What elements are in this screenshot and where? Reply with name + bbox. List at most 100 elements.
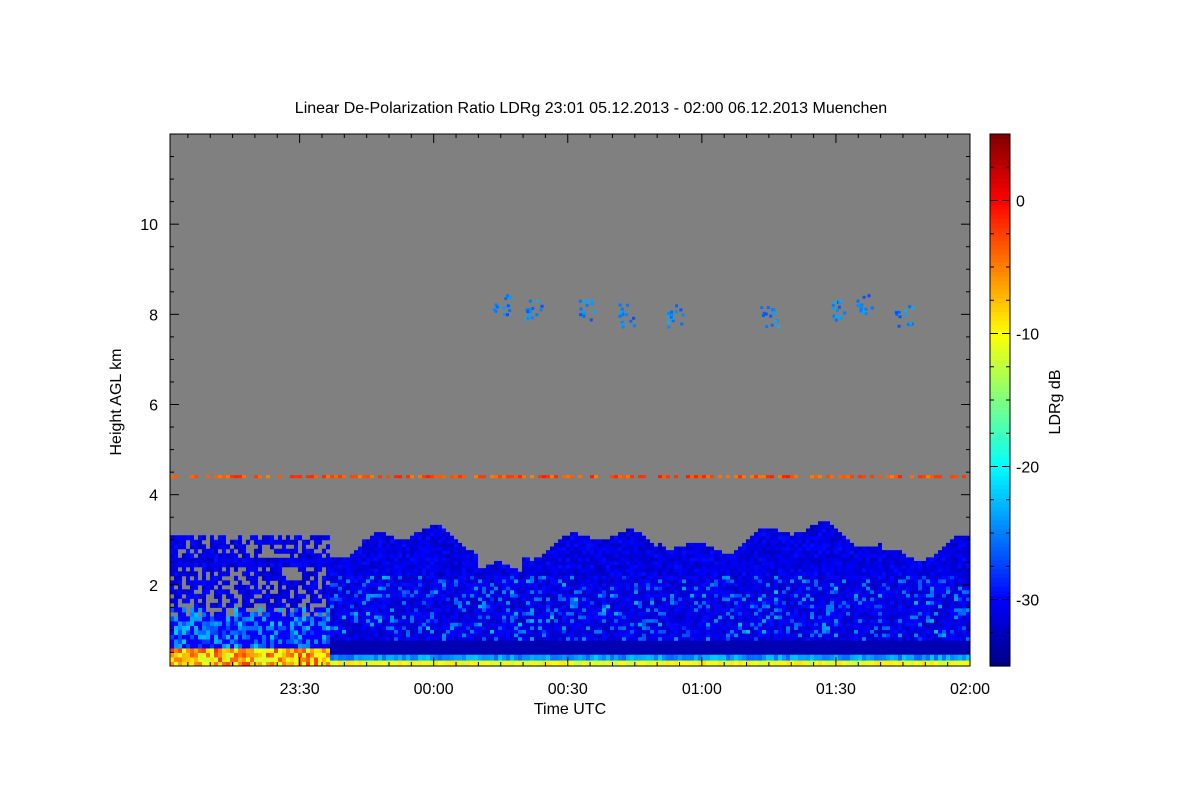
cloud-cell xyxy=(590,611,594,616)
cloud-cell xyxy=(426,643,430,649)
cloud-cell xyxy=(806,546,810,551)
cloud-cell xyxy=(246,562,250,568)
cloud-cell xyxy=(214,620,218,626)
cloud-cell xyxy=(818,597,822,602)
cloud-cell xyxy=(398,611,402,616)
cloud-cell xyxy=(642,651,646,656)
cloud-cell xyxy=(578,542,582,548)
cloud-cell xyxy=(534,564,538,569)
cloud-cell xyxy=(762,593,766,598)
cloud-cell xyxy=(254,571,258,577)
cloud-cell xyxy=(690,542,694,548)
cloud-cell xyxy=(382,618,386,623)
cloud-cell xyxy=(470,553,474,558)
cloud-cell xyxy=(442,532,446,537)
cloud-cell xyxy=(234,607,238,613)
cloud-cell xyxy=(178,652,182,658)
cloud-cell xyxy=(762,557,766,562)
cloud-cell xyxy=(510,640,514,645)
cloud-cell xyxy=(750,586,754,591)
cloud-cell xyxy=(702,615,706,620)
cloud-cell xyxy=(730,607,734,612)
cloud-cell xyxy=(814,618,818,623)
cloud-cell xyxy=(214,647,218,653)
cloud-cell xyxy=(434,604,438,609)
cloud-cell xyxy=(214,629,218,635)
cloud-cell xyxy=(694,636,698,641)
cloud-cell xyxy=(282,625,286,631)
cloud-cell xyxy=(414,651,418,656)
cloud-cell xyxy=(330,607,334,612)
cloud-cell xyxy=(262,562,266,568)
cloud-cell xyxy=(766,582,770,587)
cloud-cell xyxy=(566,582,570,587)
cloud-cell xyxy=(542,557,546,562)
cloud-cell xyxy=(778,546,782,551)
cloud-cell xyxy=(570,578,574,584)
cloud-cell xyxy=(806,586,810,591)
cloud-cell xyxy=(446,560,450,566)
cloud-cell xyxy=(734,557,738,562)
cloud-cell xyxy=(566,535,570,540)
cloud-cell xyxy=(702,589,706,594)
cloud-cell xyxy=(322,548,326,554)
cloud-cell xyxy=(654,582,658,587)
cloud-cell xyxy=(410,636,414,641)
cloud-cell xyxy=(462,586,466,591)
cloud-cell xyxy=(694,571,698,576)
cloud-cell xyxy=(482,593,486,598)
cloud-cell xyxy=(254,539,258,545)
cloud-cell xyxy=(614,647,618,652)
cloud-cell xyxy=(450,586,454,591)
cloud-cell xyxy=(710,560,714,566)
cloud-cell xyxy=(566,640,570,645)
cloud-cell xyxy=(586,597,590,602)
cloud-cell xyxy=(430,643,434,649)
cloud-cell xyxy=(754,643,758,649)
cloud-cell xyxy=(446,582,450,587)
cloud-cell xyxy=(206,584,210,590)
cloud-cell xyxy=(606,651,610,656)
cloud-cell xyxy=(398,568,402,573)
cloud-cell xyxy=(270,602,274,608)
cloud-cell xyxy=(738,560,742,566)
cloud-cell xyxy=(758,571,762,576)
cloud-cell xyxy=(810,542,814,548)
cloud-cell xyxy=(434,568,438,573)
cloud-cell xyxy=(346,651,350,656)
cloud-cell xyxy=(398,589,402,594)
cloud-cell xyxy=(666,586,670,591)
cloud-cell xyxy=(218,638,222,644)
cloud-cell xyxy=(466,615,470,620)
cloud-cell xyxy=(530,589,534,594)
cloud-cell xyxy=(454,575,458,580)
cloud-cell xyxy=(558,564,562,569)
cloud-cell xyxy=(802,647,806,652)
cloud-cell xyxy=(362,618,366,623)
cloud-cell xyxy=(746,557,750,562)
cloud-cell xyxy=(558,607,562,612)
cloud-cell xyxy=(634,629,638,634)
cloud-cell xyxy=(742,636,746,641)
cloud-cell xyxy=(678,564,682,569)
cloud-cell xyxy=(494,651,498,656)
cloud-cell xyxy=(586,568,590,573)
cloud-cell xyxy=(410,604,414,609)
cloud-cell xyxy=(658,571,662,576)
cloud-cell xyxy=(646,629,650,634)
cloud-cell xyxy=(674,575,678,580)
cloud-cell xyxy=(526,557,530,562)
cloud-cell xyxy=(334,575,338,580)
cloud-cell xyxy=(790,586,794,591)
cloud-cell xyxy=(374,578,378,584)
cloud-cell xyxy=(626,622,630,627)
surface-cell xyxy=(374,660,378,666)
surface-cell xyxy=(526,660,530,666)
cloud-cell xyxy=(594,589,598,594)
cloud-cell xyxy=(286,535,290,541)
cloud-cell xyxy=(654,633,658,638)
cloud-cell xyxy=(742,618,746,623)
cloud-cell xyxy=(218,625,222,631)
cloud-cell xyxy=(394,550,398,555)
cloud-cell xyxy=(478,582,482,587)
